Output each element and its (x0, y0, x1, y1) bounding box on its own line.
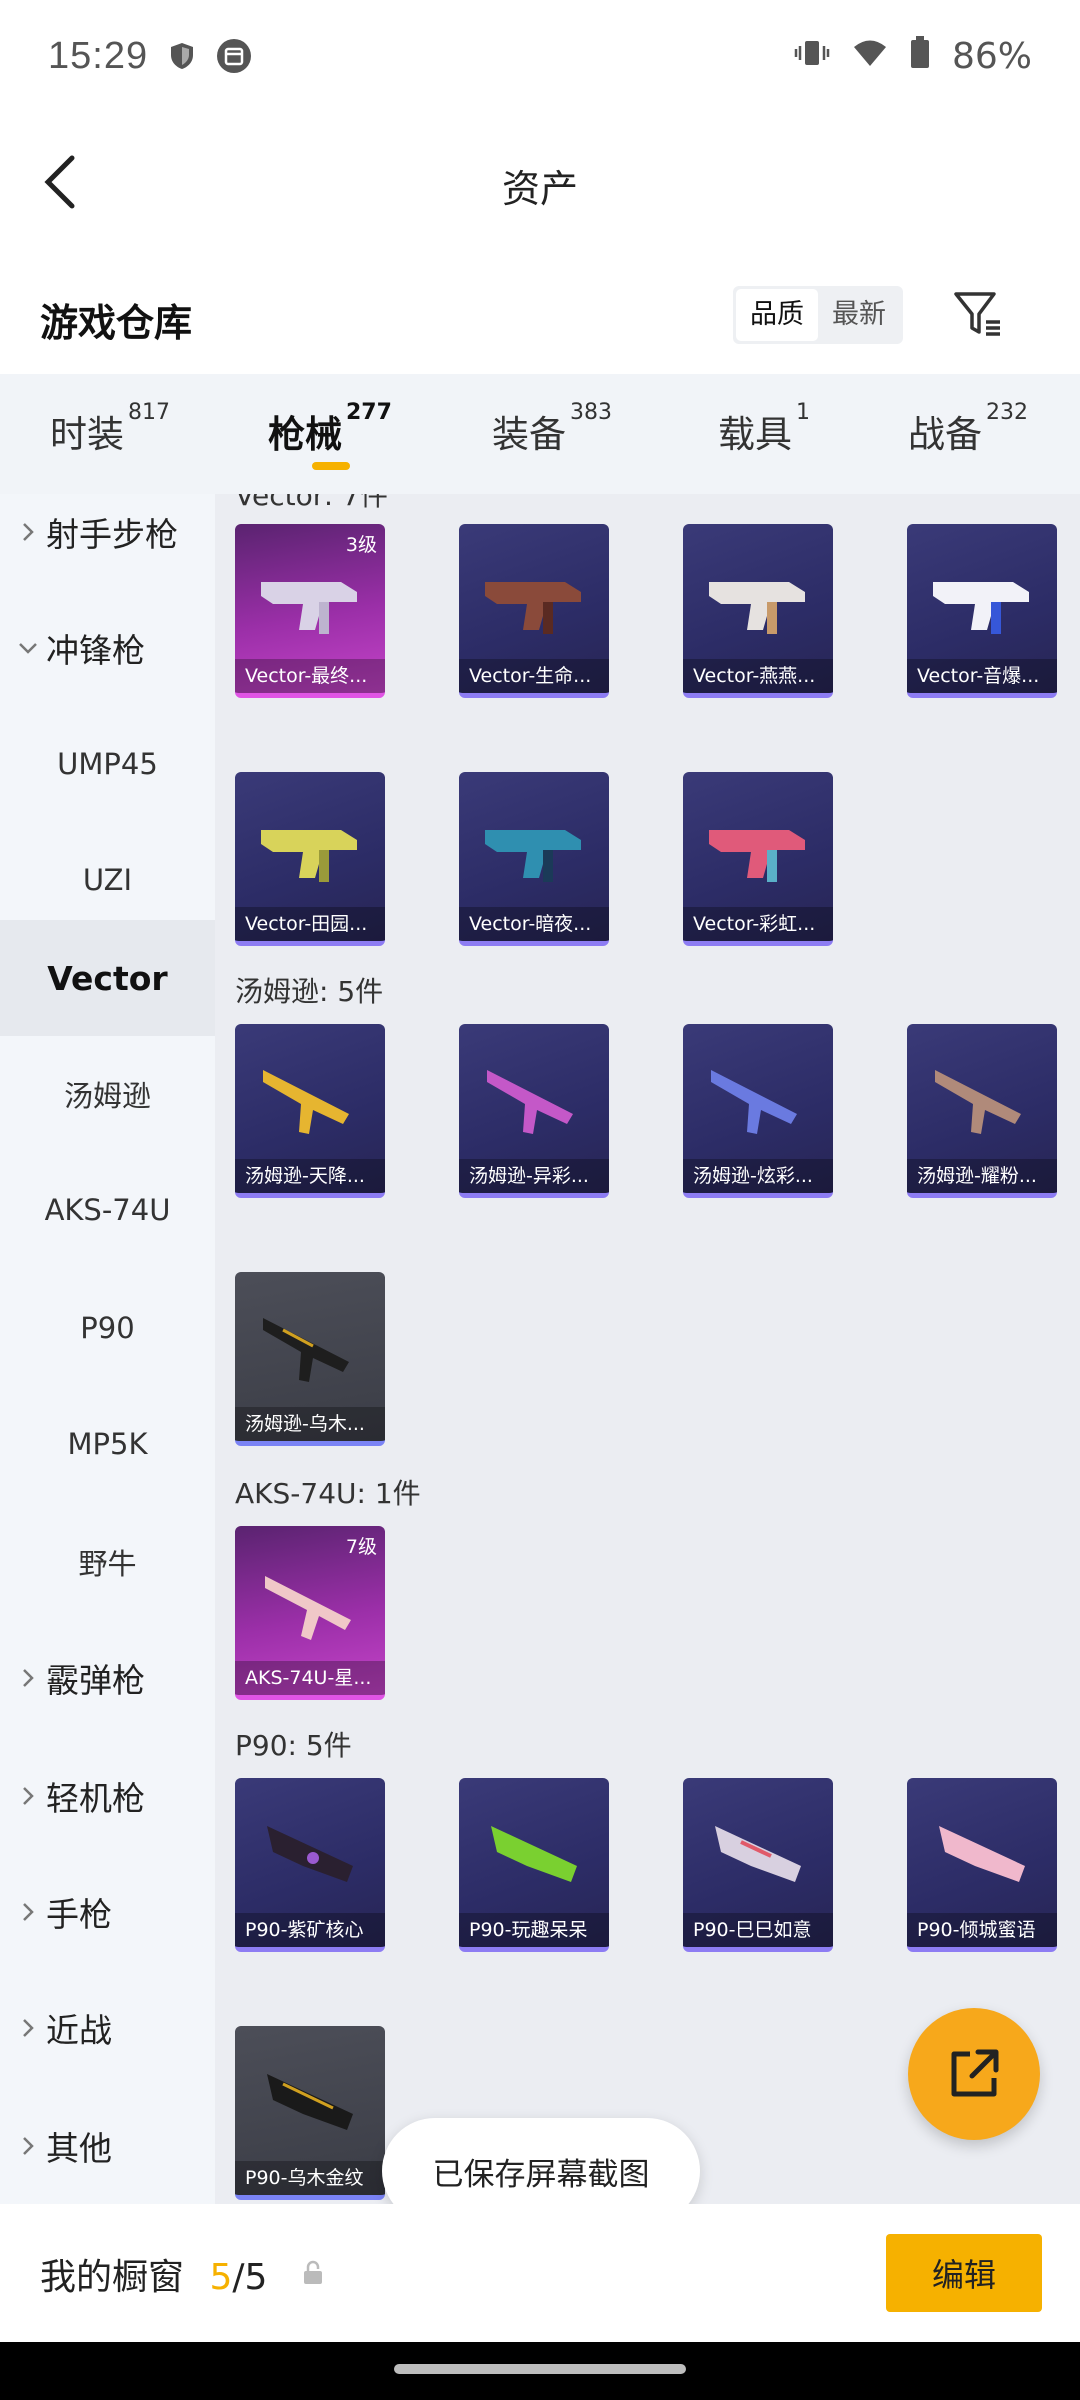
vector-gun-icon (261, 830, 357, 882)
sidebar-item-other[interactable]: 其他 (0, 2088, 215, 2204)
p90-gun-icon (267, 2074, 353, 2130)
weapon-card[interactable]: Vector-燕燕... (683, 524, 833, 698)
thompson-gun-icon (711, 1070, 797, 1134)
weapon-card[interactable]: P90-倾城蜜语 (907, 1778, 1057, 1952)
thompson-gun-icon (263, 1070, 349, 1134)
p90-gun-icon (715, 1826, 801, 1882)
section-heading-vector: Vector: 7件 (235, 494, 388, 512)
thompson-gun-icon (935, 1070, 1021, 1134)
p90-gun-icon (939, 1826, 1025, 1882)
weapon-card[interactable]: 3级 Vector-最终... (235, 524, 385, 698)
tab-vehicles[interactable]: 载具1 (718, 400, 810, 458)
app-header: 资产 (0, 112, 1080, 254)
chevron-right-icon (0, 2017, 46, 2039)
vector-gun-icon (485, 830, 581, 882)
tab-outfits[interactable]: 时装817 (50, 400, 170, 458)
weapon-card[interactable]: P90-乌木金纹 (235, 2026, 385, 2200)
thompson-gun-icon (263, 1318, 349, 1382)
weapon-card[interactable]: Vector-生命... (459, 524, 609, 698)
sidebar-item-bizon[interactable]: 野牛 (0, 1504, 215, 1620)
chevron-right-icon (0, 521, 46, 543)
warehouse-toolbar: 游戏仓库 (0, 254, 1080, 374)
sort-quality-button[interactable]: 品质 (736, 289, 818, 341)
calendar-icon (216, 38, 252, 74)
showcase-label: 我的橱窗 5/5 (40, 2257, 268, 2298)
vibrate-icon (794, 36, 830, 77)
clock: 15:29 (48, 34, 149, 77)
weapon-card[interactable]: 汤姆逊-耀粉... (907, 1024, 1057, 1198)
battery-icon (910, 35, 930, 77)
tab-equipment[interactable]: 装备383 (492, 400, 612, 458)
category-tabs: 时装817 枪械277 装备383 载具1 战备232 (0, 374, 1080, 494)
vector-gun-icon (933, 582, 1029, 634)
sidebar-item-lmg[interactable]: 轻机枪 (0, 1738, 215, 1854)
showcase-bar: 我的橱窗 5/5 编辑 (0, 2204, 1080, 2342)
weapon-card[interactable]: P90-巳巳如意 (683, 1778, 833, 1952)
active-tab-indicator (312, 462, 350, 470)
sidebar-item-pistol[interactable]: 手枪 (0, 1854, 215, 1970)
section-heading-aks74u: AKS-74U: 1件 (235, 1477, 421, 1510)
weapon-card[interactable]: 汤姆逊-炫彩... (683, 1024, 833, 1198)
weapon-card[interactable]: 汤姆逊-乌木... (235, 1272, 385, 1446)
weapon-grid: Vector: 7件 3级 Vector-最终... Vector-生命... … (215, 494, 1080, 2204)
warehouse-heading: 游戏仓库 (40, 301, 193, 345)
lock-icon (302, 2260, 324, 2290)
shield-icon (168, 41, 196, 71)
chevron-down-icon (0, 641, 46, 655)
share-icon (951, 2049, 999, 2097)
sidebar-item-melee[interactable]: 近战 (0, 1970, 215, 2086)
filter-button[interactable] (948, 284, 1008, 344)
weapon-card[interactable]: 汤姆逊-天降... (235, 1024, 385, 1198)
share-button[interactable] (908, 2008, 1040, 2140)
thompson-gun-icon (487, 1070, 573, 1134)
edit-button[interactable]: 编辑 (886, 2234, 1042, 2312)
sidebar-item-vector[interactable]: Vector (0, 920, 215, 1036)
chevron-right-icon (0, 1667, 46, 1689)
tab-weapons[interactable]: 枪械277 (268, 400, 392, 458)
sort-newest-button[interactable]: 最新 (818, 289, 900, 341)
showcase-count: 5 (209, 2257, 233, 2298)
page-title: 资产 (501, 167, 578, 211)
sort-toggle: 品质 最新 (733, 286, 903, 344)
weapon-card[interactable]: P90-玩趣呆呆 (459, 1778, 609, 1952)
system-nav-bar (0, 2342, 1080, 2400)
section-heading-thompson: 汤姆逊: 5件 (235, 975, 384, 1008)
sidebar-item-smg[interactable]: 冲锋枪 (0, 590, 215, 706)
wifi-icon (852, 36, 888, 77)
weapon-card[interactable]: P90-紫矿核心 (235, 1778, 385, 1952)
p90-gun-icon (267, 1826, 353, 1882)
home-gesture-bar[interactable] (394, 2364, 686, 2374)
sidebar-item-ump45[interactable]: UMP45 (0, 706, 215, 822)
weapon-card[interactable]: Vector-彩虹... (683, 772, 833, 946)
weapon-card[interactable]: 汤姆逊-异彩... (459, 1024, 609, 1198)
vector-gun-icon (709, 830, 805, 882)
weapon-card[interactable]: Vector-暗夜... (459, 772, 609, 946)
section-heading-p90: P90: 5件 (235, 1729, 352, 1762)
weapon-category-sidebar: 射手步枪 冲锋枪 UMP45 UZI Vector 汤姆逊 AKS-74U P9… (0, 494, 215, 2204)
sidebar-item-mp5k[interactable]: MP5K (0, 1386, 215, 1502)
chevron-right-icon (0, 1901, 46, 1923)
chevron-right-icon (0, 2135, 46, 2157)
weapon-card[interactable]: Vector-音爆... (907, 524, 1057, 698)
showcase-total: /5 (232, 2257, 268, 2298)
sidebar-item-p90[interactable]: P90 (0, 1270, 215, 1386)
weapon-card[interactable]: Vector-田园... (235, 772, 385, 946)
sidebar-item-marksman-rifle[interactable]: 射手步枪 (0, 494, 215, 590)
aks74u-gun-icon (265, 1576, 351, 1640)
sidebar-item-shotgun[interactable]: 霰弹枪 (0, 1620, 215, 1736)
vector-gun-icon (709, 582, 805, 634)
sidebar-item-thompson[interactable]: 汤姆逊 (0, 1036, 215, 1152)
vector-gun-icon (485, 582, 581, 634)
chevron-right-icon (0, 1785, 46, 1807)
vector-gun-icon (261, 582, 357, 634)
p90-gun-icon (491, 1826, 577, 1882)
status-bar: 15:29 86% (0, 0, 1080, 112)
weapon-card[interactable]: 7级 AKS-74U-星... (235, 1526, 385, 1700)
tab-supplies[interactable]: 战备232 (908, 400, 1028, 458)
sidebar-item-aks74u[interactable]: AKS-74U (0, 1152, 215, 1268)
battery-level: 86% (951, 35, 1032, 77)
filter-icon (954, 292, 1000, 336)
